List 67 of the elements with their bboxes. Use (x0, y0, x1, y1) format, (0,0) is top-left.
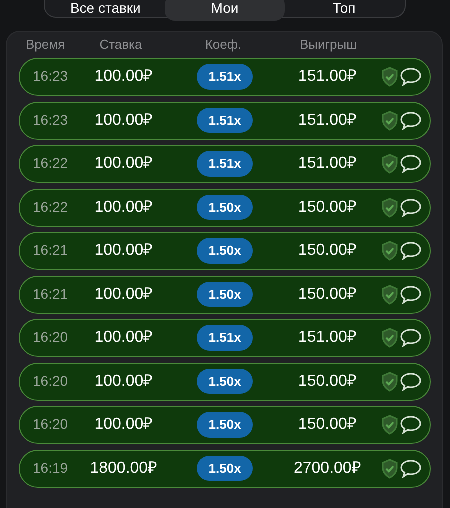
speech-bubble-icon[interactable] (400, 154, 422, 174)
time-cell: 16:21 (33, 242, 68, 258)
multiplier-badge: 1.50x (196, 194, 254, 220)
speech-bubble-icon[interactable] (400, 284, 422, 304)
shield-check-icon (381, 154, 400, 174)
time-cell: 16:22 (33, 155, 68, 171)
multiplier-badge: 1.50x (196, 412, 254, 438)
shield-check-icon (381, 284, 400, 304)
shield-check-icon (381, 110, 400, 130)
bet-amount: 100.00₽ (94, 329, 153, 346)
speech-bubble-icon[interactable] (400, 328, 422, 348)
bet-amount: 100.00₽ (94, 286, 153, 302)
multiplier-badge: 1.51x (196, 64, 254, 90)
bet-amount: 1800.00₽ (90, 460, 158, 476)
bet-amount: 100.00₽ (94, 198, 153, 216)
win-amount: 150.00₽ (298, 416, 356, 433)
multiplier-badge: 1.50x (196, 238, 254, 264)
win-amount: 150.00₽ (298, 198, 356, 216)
bet-amount: 100.00₽ (94, 372, 153, 390)
tab[interactable]: Топ (284, 0, 404, 21)
tab[interactable]: Мои (165, 0, 285, 21)
speech-bubble-icon[interactable] (400, 415, 422, 435)
speech-bubble-icon[interactable] (400, 110, 422, 130)
column-header: Коеф. (205, 37, 242, 52)
bet-amount: 100.00₽ (94, 112, 153, 128)
column-header: Ставка (100, 37, 142, 52)
multiplier-badge: 1.51x (196, 325, 254, 351)
time-cell: 16:22 (33, 198, 68, 214)
win-amount: 151.00₽ (298, 329, 356, 346)
column-header: Выигрыш (300, 37, 358, 52)
multiplier-badge: 1.50x (196, 456, 254, 482)
time-cell: 16:20 (33, 329, 68, 345)
bet-amount: 100.00₽ (94, 242, 153, 259)
shield-check-icon (381, 372, 400, 392)
win-amount: 2700.00₽ (294, 460, 361, 476)
time-cell: 16:20 (33, 372, 68, 388)
win-amount: 151.00₽ (298, 68, 356, 85)
time-cell: 16:21 (33, 286, 68, 302)
multiplier-badge: 1.50x (196, 368, 254, 394)
time-cell: 16:23 (33, 112, 68, 128)
bet-amount: 100.00₽ (94, 416, 153, 433)
multiplier-badge: 1.51x (196, 151, 254, 177)
shield-check-icon (381, 241, 400, 261)
time-cell: 16:19 (33, 460, 68, 476)
win-amount: 151.00₽ (298, 155, 356, 172)
speech-bubble-icon[interactable] (400, 458, 422, 478)
speech-bubble-icon[interactable] (400, 67, 422, 87)
multiplier-badge: 1.50x (196, 282, 254, 308)
shield-check-icon (381, 415, 400, 435)
shield-check-icon (381, 328, 400, 348)
time-cell: 16:23 (33, 68, 68, 84)
shield-check-icon (381, 67, 400, 87)
shield-check-icon (381, 198, 400, 218)
multiplier-badge: 1.51x (196, 108, 254, 134)
shield-check-icon (381, 458, 400, 478)
column-header: Время (26, 37, 66, 52)
win-amount: 150.00₽ (298, 372, 356, 390)
bet-amount: 100.00₽ (94, 155, 153, 172)
time-cell: 16:20 (33, 416, 68, 432)
bet-amount: 100.00₽ (94, 68, 153, 85)
win-amount: 150.00₽ (298, 286, 356, 302)
speech-bubble-icon[interactable] (400, 241, 422, 261)
speech-bubble-icon[interactable] (400, 198, 422, 218)
speech-bubble-icon[interactable] (400, 372, 422, 392)
win-amount: 151.00₽ (298, 112, 356, 128)
tab[interactable]: Все ставки (46, 0, 166, 21)
win-amount: 150.00₽ (298, 242, 356, 259)
